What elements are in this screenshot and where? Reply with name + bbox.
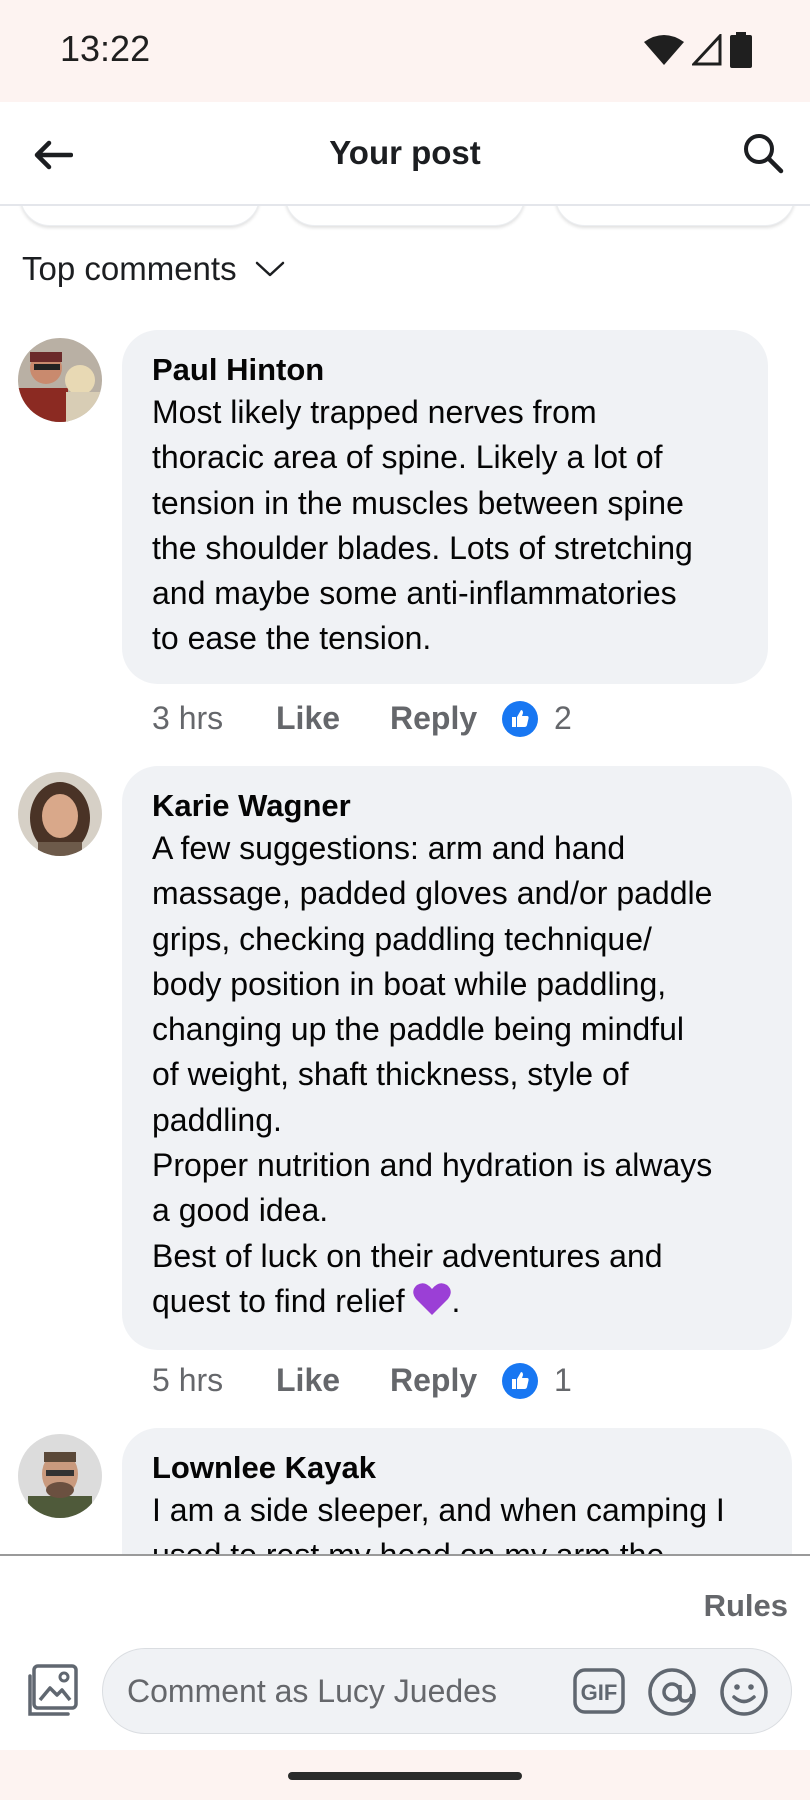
home-gesture-handle[interactable] bbox=[288, 1772, 522, 1780]
emoji-button[interactable] bbox=[719, 1667, 769, 1717]
system-nav-bar bbox=[0, 1750, 810, 1800]
sort-dropdown[interactable]: Top comments bbox=[22, 250, 285, 288]
comment-text: A few suggestions: arm and hand massage,… bbox=[152, 826, 762, 1328]
comment-author[interactable]: Lownlee Kayak bbox=[152, 1448, 762, 1488]
reply-button[interactable]: Reply bbox=[390, 1362, 502, 1399]
chip[interactable] bbox=[555, 206, 795, 226]
gif-icon: GIF bbox=[573, 1668, 625, 1714]
reactions[interactable]: 1 bbox=[502, 1362, 572, 1399]
comment-actions: 5 hrs Like Reply 1 bbox=[152, 1362, 572, 1399]
comment-input[interactable] bbox=[127, 1649, 547, 1733]
rules-link[interactable]: Rules bbox=[704, 1588, 788, 1624]
avatar[interactable] bbox=[18, 338, 102, 422]
comment-text: I am a side sleeper, and when camping I … bbox=[152, 1492, 725, 1554]
chip[interactable] bbox=[285, 206, 525, 226]
comments-feed[interactable]: Top comments Paul Hinton Most likely tra… bbox=[0, 206, 810, 1554]
sort-label: Top comments bbox=[22, 250, 237, 287]
photo-button[interactable] bbox=[26, 1664, 80, 1718]
comment-author[interactable]: Paul Hinton bbox=[152, 350, 738, 390]
comment-bubble[interactable]: Paul Hinton Most likely trapped nerves f… bbox=[122, 330, 768, 684]
comment-bubble[interactable]: Lownlee Kayak I am a side sleeper, and w… bbox=[122, 1428, 792, 1554]
thumbs-up-icon bbox=[502, 700, 538, 737]
status-bar: 13:22 bbox=[0, 0, 810, 102]
comment-author[interactable]: Karie Wagner bbox=[152, 786, 762, 826]
page-title: Your post bbox=[329, 134, 481, 171]
search-button[interactable] bbox=[738, 128, 788, 178]
comment-text: Most likely trapped nerves from thoracic… bbox=[152, 394, 693, 657]
reaction-count: 1 bbox=[554, 1362, 572, 1398]
like-button[interactable]: Like bbox=[276, 700, 390, 737]
reaction-chips-row bbox=[0, 206, 810, 226]
image-icon bbox=[28, 1664, 78, 1716]
chevron-down-icon bbox=[255, 261, 284, 277]
status-time: 13:22 bbox=[60, 28, 151, 69]
smiley-icon bbox=[720, 1668, 768, 1716]
chip[interactable] bbox=[20, 206, 260, 226]
reactions[interactable]: 2 bbox=[502, 700, 572, 737]
reaction-count: 2 bbox=[554, 700, 572, 736]
comment-input-box[interactable]: GIF bbox=[102, 1648, 792, 1734]
comment-timestamp[interactable]: 3 hrs bbox=[152, 700, 276, 737]
avatar[interactable] bbox=[18, 1434, 102, 1518]
at-sign-icon bbox=[648, 1668, 696, 1716]
comment-bubble[interactable]: Karie Wagner A few suggestions: arm and … bbox=[122, 766, 792, 1351]
wifi-icon bbox=[644, 34, 684, 71]
gif-button[interactable]: GIF bbox=[573, 1667, 625, 1715]
comment-text-suffix: . bbox=[451, 1282, 461, 1319]
avatar[interactable] bbox=[18, 772, 102, 856]
screen: 13:22 Your post Top comments Paul Hinton… bbox=[0, 0, 810, 1800]
like-button[interactable]: Like bbox=[276, 1362, 390, 1399]
thumbs-up-icon bbox=[502, 1362, 538, 1399]
cell-signal-icon bbox=[690, 32, 722, 71]
app-header: Your post bbox=[0, 102, 810, 206]
gif-label: GIF bbox=[581, 1680, 618, 1705]
comment-composer: Rules GIF bbox=[0, 1554, 810, 1750]
comment-actions: 3 hrs Like Reply 2 bbox=[152, 700, 572, 737]
battery-icon bbox=[730, 32, 752, 73]
status-icons bbox=[644, 32, 752, 73]
comment-timestamp[interactable]: 5 hrs bbox=[152, 1362, 276, 1399]
mention-button[interactable] bbox=[647, 1667, 697, 1717]
search-icon bbox=[744, 134, 784, 174]
purple-heart-icon bbox=[413, 1282, 452, 1328]
comment-text-body: A few suggestions: arm and hand massage,… bbox=[152, 830, 713, 1319]
reply-button[interactable]: Reply bbox=[390, 700, 502, 737]
